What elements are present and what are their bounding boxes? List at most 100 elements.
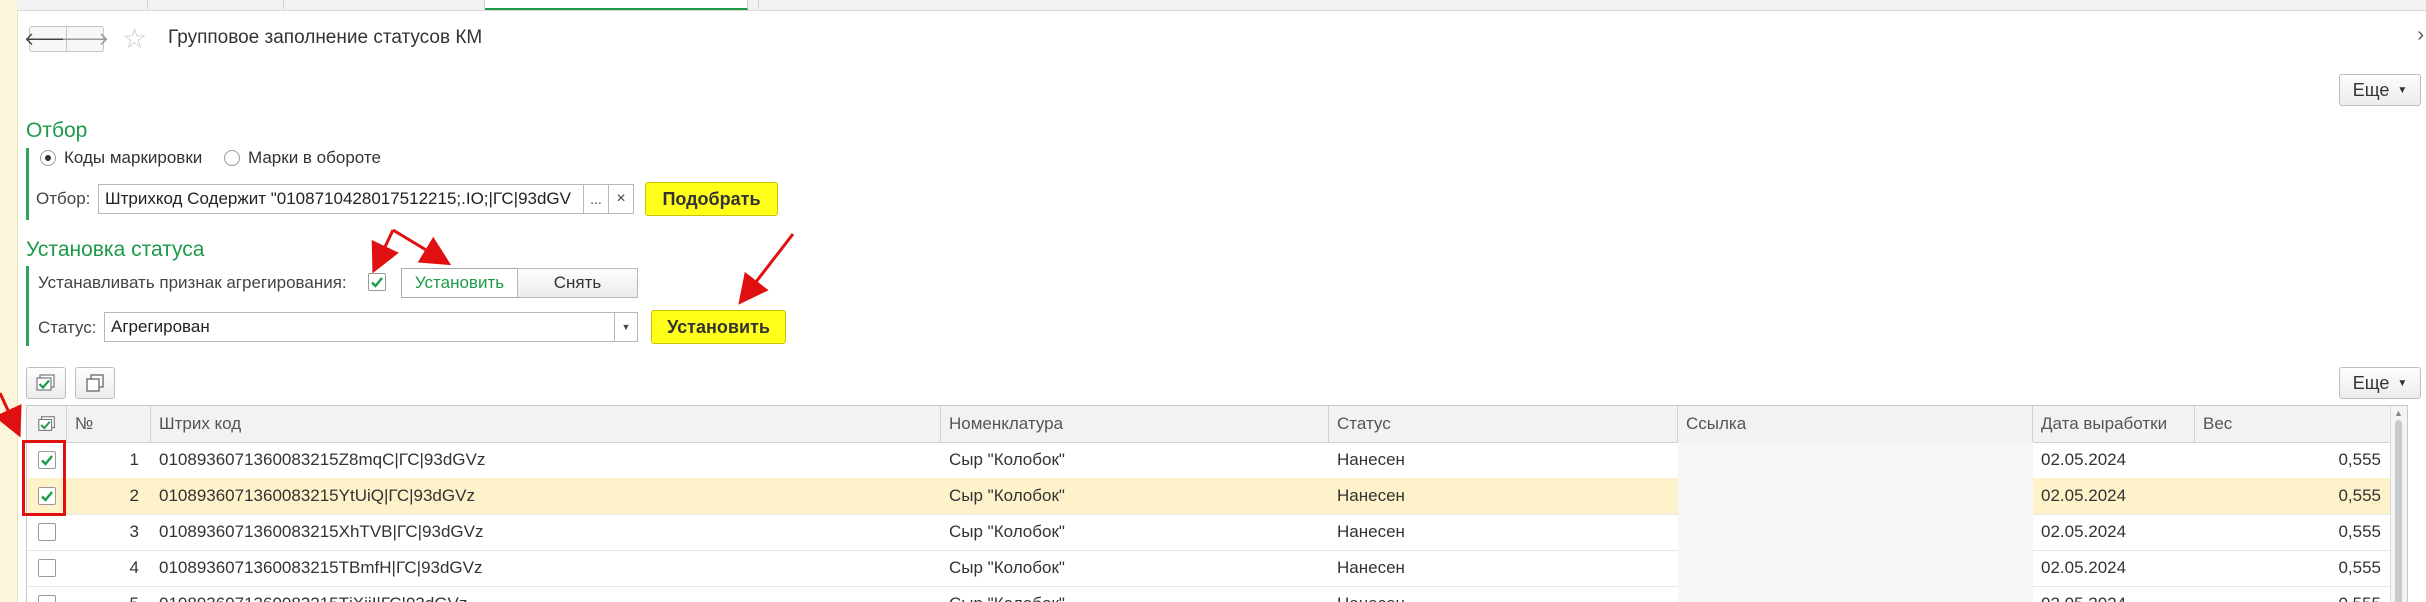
- header-weight[interactable]: Вес: [2195, 406, 2393, 442]
- status-section-bar: [26, 266, 29, 346]
- cell-link: [1678, 478, 2033, 514]
- tab-bar: [17, 0, 2426, 11]
- row-checkbox-cell[interactable]: [27, 514, 67, 550]
- apply-status-button[interactable]: Установить: [651, 310, 786, 344]
- header-nomenclature[interactable]: Номенклатура: [941, 406, 1329, 442]
- radio-dot-selected[interactable]: [40, 150, 56, 166]
- favorite-star-icon[interactable]: ☆: [122, 22, 147, 55]
- annotation-highlight-box: [22, 440, 66, 516]
- radio-dot[interactable]: [224, 150, 240, 166]
- cell-nomenclature: Сыр "Колобок": [949, 486, 1065, 505]
- cell-barcode: 0108936071360083215Z8mqC|ГС|93dGVz: [159, 450, 486, 469]
- close-icon[interactable]: ›: [2417, 24, 2424, 47]
- filter-select-button[interactable]: ...: [583, 184, 609, 214]
- forward-arrow-icon: 🡒: [60, 28, 110, 49]
- page-title: Групповое заполнение статусов КМ: [168, 27, 483, 48]
- row-checkbox-cell[interactable]: [27, 550, 67, 586]
- table-row[interactable]: 4 0108936071360083215TBmfH|ГС|93dGVz Сыр "…: [27, 550, 2391, 587]
- row-checkbox-cell[interactable]: [27, 586, 67, 602]
- cell-link: [1678, 586, 2033, 602]
- cell-nomenclature: Сыр "Колобок": [949, 522, 1065, 541]
- form-more-label: Еще: [2352, 79, 2390, 100]
- filter-section-title: Отбор: [26, 119, 88, 142]
- cell-weight: 0,555: [2338, 486, 2381, 505]
- header-num[interactable]: №: [67, 406, 151, 442]
- status-select[interactable]: Агрегирован: [104, 312, 615, 342]
- table-row[interactable]: 50108936071360083215TjXjiI|ГС|93dGVzСыр …: [27, 586, 2391, 602]
- check-all-icon: [36, 374, 55, 391]
- scroll-up-icon[interactable]: ▲: [2394, 408, 2403, 418]
- header-barcode[interactable]: Штрих код: [151, 406, 941, 442]
- aggregation-label: Устанавливать признак агрегирования:: [38, 273, 347, 292]
- cell-link: [1678, 442, 2033, 478]
- cell-num: 1: [129, 450, 139, 469]
- header-date[interactable]: Дата выработки: [2033, 406, 2195, 442]
- header-link[interactable]: Ссылка: [1678, 406, 2033, 442]
- cell-nomenclature: Сыр "Колобок": [949, 450, 1065, 469]
- cell-status: Нанесен: [1329, 586, 1678, 602]
- tab-3[interactable]: [284, 0, 485, 9]
- cell-num: 3: [129, 522, 139, 541]
- scrollbar-thumb[interactable]: [2395, 420, 2402, 602]
- cell-barcode: 0108936071360083215YtUiQ|ГС|93dGVz: [159, 486, 475, 505]
- table-more-button[interactable]: Еще ▼: [2339, 367, 2421, 399]
- tab-active[interactable]: [485, 0, 748, 10]
- table-row[interactable]: 1 0108936071360083215Z8mqC|ГС|93dGVz Сыр "…: [27, 442, 2391, 479]
- left-panel-strip: [0, 0, 18, 602]
- unset-aggregation-button[interactable]: Снять: [517, 268, 638, 298]
- set-aggregation-button[interactable]: Установить: [401, 268, 518, 298]
- row-checkbox[interactable]: [38, 559, 56, 577]
- cell-barcode: 0108936071360083215XhTVB|ГС|93dGVz: [159, 522, 484, 541]
- cell-link: [1678, 550, 2033, 586]
- cell-weight: 0,555: [2338, 558, 2381, 577]
- filter-clear-button[interactable]: ×: [608, 184, 634, 214]
- cell-barcode: 0108936071360083215TjXjiI|ГС|93dGVz: [151, 586, 941, 602]
- radio-marking-codes-label: Коды маркировки: [64, 148, 203, 167]
- cell-status: Нанесен: [1337, 450, 1405, 469]
- table-row[interactable]: 3 0108936071360083215XhTVB|ГС|93dGVz Сыр "…: [27, 514, 2391, 551]
- cell-date: 02.05.2024: [2041, 450, 2127, 469]
- cell-date: 02.05.2024: [2033, 586, 2195, 602]
- row-checkbox[interactable]: [38, 523, 56, 541]
- header-status[interactable]: Статус: [1329, 406, 1678, 442]
- radio-marks-in-circulation[interactable]: Марки в обороте: [224, 148, 381, 168]
- annotation-arrow-apply: [738, 233, 795, 305]
- filter-input[interactable]: Штрихкод Содержит "0108710428017512215;.…: [98, 184, 584, 214]
- cell-nomenclature: Сыр "Колобок": [949, 558, 1065, 577]
- row-checkbox[interactable]: [38, 595, 56, 602]
- codes-table[interactable]: № Штрих код Номенклатура Статус Ссылка Д…: [26, 405, 2408, 602]
- status-label: Статус:: [38, 318, 97, 337]
- table-header: № Штрих код Номенклатура Статус Ссылка Д…: [27, 406, 2391, 443]
- cell-num: 4: [129, 558, 139, 577]
- uncheck-all-button[interactable]: [75, 367, 115, 399]
- cell-date: 02.05.2024: [2041, 522, 2127, 541]
- cell-nomenclature: Сыр "Колобок": [941, 586, 1329, 602]
- cell-date: 02.05.2024: [2041, 558, 2127, 577]
- annotation-arrow-set: [392, 228, 452, 266]
- tab-1[interactable]: [17, 0, 148, 9]
- status-dropdown-button[interactable]: ▼: [614, 312, 638, 342]
- form-more-button[interactable]: Еще ▼: [2339, 74, 2421, 106]
- check-all-icon: [37, 416, 55, 431]
- table-row[interactable]: 2 0108936071360083215YtUiQ|ГС|93dGVz Сыр "…: [27, 478, 2391, 515]
- cell-num: 5: [67, 586, 151, 602]
- forward-button[interactable]: 🡒: [61, 26, 109, 52]
- cell-weight: 0,555: [2338, 522, 2381, 541]
- radio-marks-label: Марки в обороте: [248, 148, 381, 167]
- dropdown-caret-icon: ▼: [2397, 84, 2408, 96]
- cell-status: Нанесен: [1337, 558, 1405, 577]
- table-more-label: Еще: [2352, 372, 2390, 393]
- table-scrollbar[interactable]: ▲: [2390, 406, 2407, 602]
- copy-icon: [86, 374, 104, 392]
- radio-marking-codes[interactable]: Коды маркировки: [40, 148, 202, 168]
- aggregation-checkbox[interactable]: [368, 273, 386, 291]
- filter-section-bar: [26, 148, 29, 220]
- cell-status: Нанесен: [1337, 486, 1405, 505]
- pick-button[interactable]: Подобрать: [645, 182, 778, 216]
- cell-link: [1678, 514, 2033, 550]
- tab-2[interactable]: [148, 0, 284, 9]
- cell-barcode: 0108936071360083215TBmfH|ГС|93dGVz: [159, 558, 483, 577]
- header-check-all[interactable]: [27, 406, 67, 442]
- tab-5[interactable]: [748, 0, 759, 9]
- check-all-button[interactable]: [26, 367, 66, 399]
